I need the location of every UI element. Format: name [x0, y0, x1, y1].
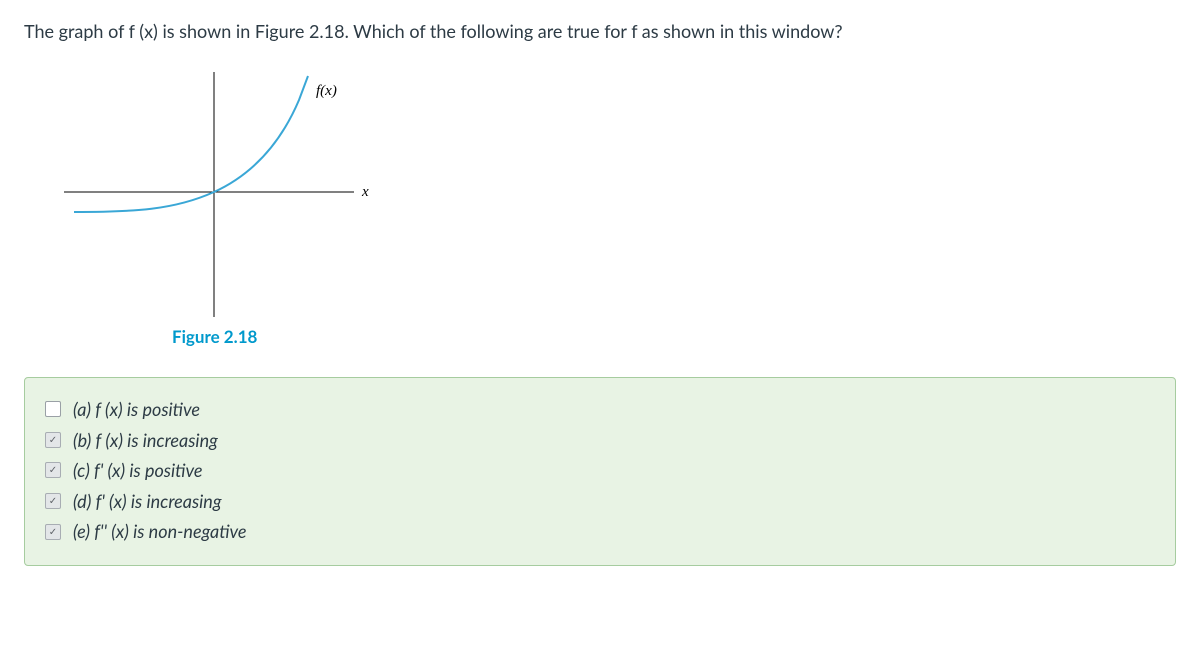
- checkbox-icon[interactable]: [45, 401, 61, 417]
- option-b[interactable]: (b) f (x) is increasing: [45, 425, 1155, 456]
- checkbox-icon[interactable]: [45, 524, 61, 540]
- option-c[interactable]: (c) f' (x) is positive: [45, 455, 1155, 486]
- option-label: (b) f (x) is increasing: [73, 425, 218, 456]
- option-label: (c) f' (x) is positive: [73, 455, 202, 486]
- figure-caption: Figure 2.18: [172, 326, 1176, 347]
- answer-box: (a) f (x) is positive (b) f (x) is incre…: [24, 377, 1176, 566]
- option-label: (a) f (x) is positive: [73, 394, 200, 425]
- x-axis-label: x: [361, 184, 369, 200]
- figure-container: f(x) x Figure 2.18: [54, 62, 1176, 347]
- figure-plot: f(x) x: [54, 62, 394, 322]
- checkbox-icon[interactable]: [45, 493, 61, 509]
- option-d[interactable]: (d) f' (x) is increasing: [45, 486, 1155, 517]
- function-label: f(x): [316, 83, 337, 99]
- option-label: (e) f'' (x) is non-negative: [73, 516, 247, 547]
- option-a[interactable]: (a) f (x) is positive: [45, 394, 1155, 425]
- checkbox-icon[interactable]: [45, 462, 61, 478]
- option-e[interactable]: (e) f'' (x) is non-negative: [45, 516, 1155, 547]
- question-text: The graph of f (x) is shown in Figure 2.…: [24, 20, 1176, 42]
- checkbox-icon[interactable]: [45, 432, 61, 448]
- option-label: (d) f' (x) is increasing: [73, 486, 222, 517]
